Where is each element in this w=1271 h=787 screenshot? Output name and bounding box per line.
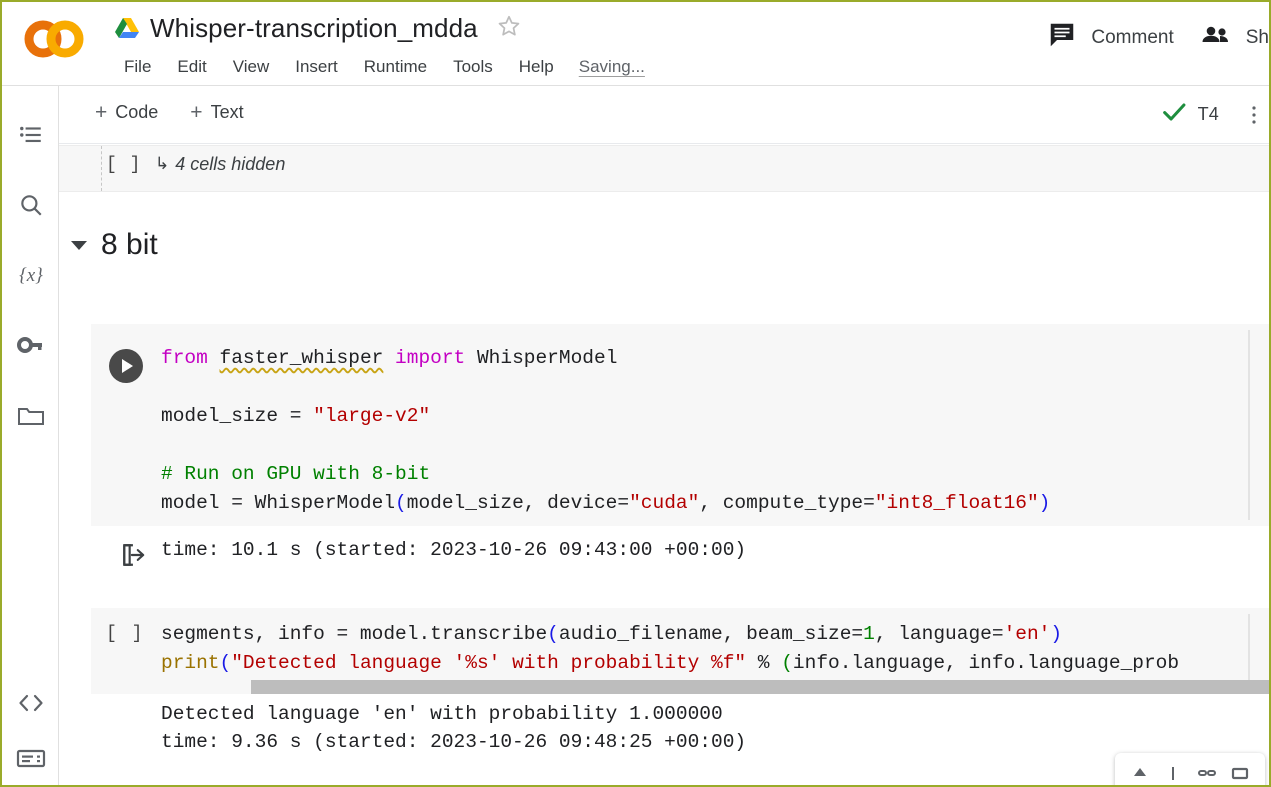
hook-arrow-icon: ↳ [155, 153, 170, 173]
cell-2-output: Detected language 'en' with probability … [91, 700, 1269, 770]
cell-left-divider [101, 146, 102, 191]
variables-icon[interactable]: {x} [14, 258, 48, 292]
menu-insert[interactable]: Insert [282, 55, 351, 79]
output-line-2: time: 9.36 s (started: 2023-10-26 09:48:… [161, 731, 747, 753]
notebook-body: [ ] ↳ 4 cells hidden 8 bit from faster_w… [59, 144, 1269, 785]
output-line-1: Detected language 'en' with probability … [161, 703, 723, 725]
document-title-row: Whisper-transcription_mdda [114, 6, 522, 50]
menu-runtime[interactable]: Runtime [351, 55, 440, 79]
editor-ruler [1248, 330, 1250, 520]
section-header: 8 bit [59, 228, 158, 262]
output-arrow-icon [121, 542, 147, 568]
add-code-label: Code [115, 102, 159, 122]
header-actions: Comment Sh [1047, 20, 1269, 55]
comment-label: Comment [1091, 26, 1174, 48]
notebook-toolbar: + Code + Text T4 [59, 86, 1269, 144]
svg-text:{x}: {x} [19, 265, 43, 286]
green-check-icon [1160, 98, 1188, 131]
cell-gutter [91, 324, 161, 526]
cell-1-code-area[interactable]: from faster_whisper import WhisperModel … [161, 324, 1269, 526]
more-vert-icon[interactable] [1245, 102, 1263, 128]
move-up-icon[interactable] [1129, 762, 1151, 784]
cell-1-output: time: 10.1 s (started: 2023-10-26 09:43:… [91, 532, 1269, 588]
menu-help[interactable]: Help [506, 55, 567, 79]
table-of-contents-icon[interactable] [14, 118, 48, 152]
menu-bar: File Edit View Insert Runtime Tools Help… [112, 52, 657, 82]
secrets-key-icon[interactable] [14, 328, 48, 362]
accelerator-label: T4 [1197, 104, 1219, 124]
plus-icon: + [95, 101, 108, 124]
add-code-cell-button[interactable]: + Code [85, 98, 168, 127]
link-icon[interactable] [1196, 762, 1218, 784]
caret-down-icon[interactable] [71, 240, 87, 250]
cell-float-toolbar[interactable] [1115, 753, 1265, 785]
menu-tools[interactable]: Tools [440, 55, 506, 79]
horizontal-scrollbar[interactable] [161, 680, 1269, 694]
scrollbar-thumb[interactable] [251, 680, 1269, 694]
terminal-icon[interactable] [14, 741, 48, 775]
play-triangle [122, 359, 133, 373]
star-outline-icon[interactable] [488, 13, 522, 44]
move-down-icon[interactable] [1162, 762, 1184, 784]
runtime-status[interactable]: T4 [1160, 98, 1263, 131]
add-cell-buttons: + Code + Text [85, 98, 254, 127]
cell-1-output-text: time: 10.1 s (started: 2023-10-26 09:43:… [161, 539, 747, 561]
section-title[interactable]: 8 bit [101, 228, 158, 262]
code-snippets-icon[interactable] [14, 686, 48, 720]
cell-2-output-text: Detected language 'en' with probability … [161, 700, 746, 756]
cell-gutter: [ ] [91, 608, 161, 694]
menu-edit[interactable]: Edit [164, 55, 219, 79]
run-cell-play-icon[interactable] [109, 349, 143, 383]
add-text-label: Text [210, 102, 244, 122]
comment-button[interactable]: Comment [1047, 20, 1174, 55]
plus-icon: + [190, 101, 203, 124]
menu-view[interactable]: View [220, 55, 283, 79]
cell-prompt: [ ] [106, 155, 142, 175]
files-folder-icon[interactable] [14, 398, 48, 432]
people-share-icon [1200, 21, 1232, 54]
document-title[interactable]: Whisper-transcription_mdda [150, 13, 478, 44]
cell-2-source: segments, info = model.transcribe(audio_… [161, 623, 1180, 674]
colab-logo[interactable] [22, 15, 86, 63]
share-label: Sh [1245, 26, 1269, 48]
menu-file[interactable]: File [112, 55, 164, 79]
drive-icon [114, 16, 140, 40]
delete-icon[interactable] [1229, 762, 1251, 784]
left-sidebar-rail: {x} [2, 86, 59, 785]
hidden-cells-text: 4 cells hidden [175, 154, 286, 174]
hidden-cells-row[interactable]: [ ] ↳ 4 cells hidden [59, 145, 1269, 192]
add-text-cell-button[interactable]: + Text [180, 98, 253, 127]
cell-1-source: from faster_whisper import WhisperModel … [161, 347, 1051, 514]
editor-ruler [1248, 614, 1250, 688]
code-cell-1[interactable]: from faster_whisper import WhisperModel … [91, 324, 1269, 526]
share-button[interactable]: Sh [1200, 21, 1269, 54]
code-cell-2[interactable]: [ ] segments, info = model.transcribe(au… [91, 608, 1269, 694]
saving-status[interactable]: Saving... [567, 55, 657, 79]
search-icon[interactable] [14, 188, 48, 222]
cell-prompt: [ ] [106, 624, 145, 644]
comment-icon [1047, 20, 1077, 55]
app-header: Whisper-transcription_mdda File Edit Vie… [2, 2, 1269, 86]
hidden-cells-label[interactable]: ↳ 4 cells hidden [155, 154, 285, 175]
